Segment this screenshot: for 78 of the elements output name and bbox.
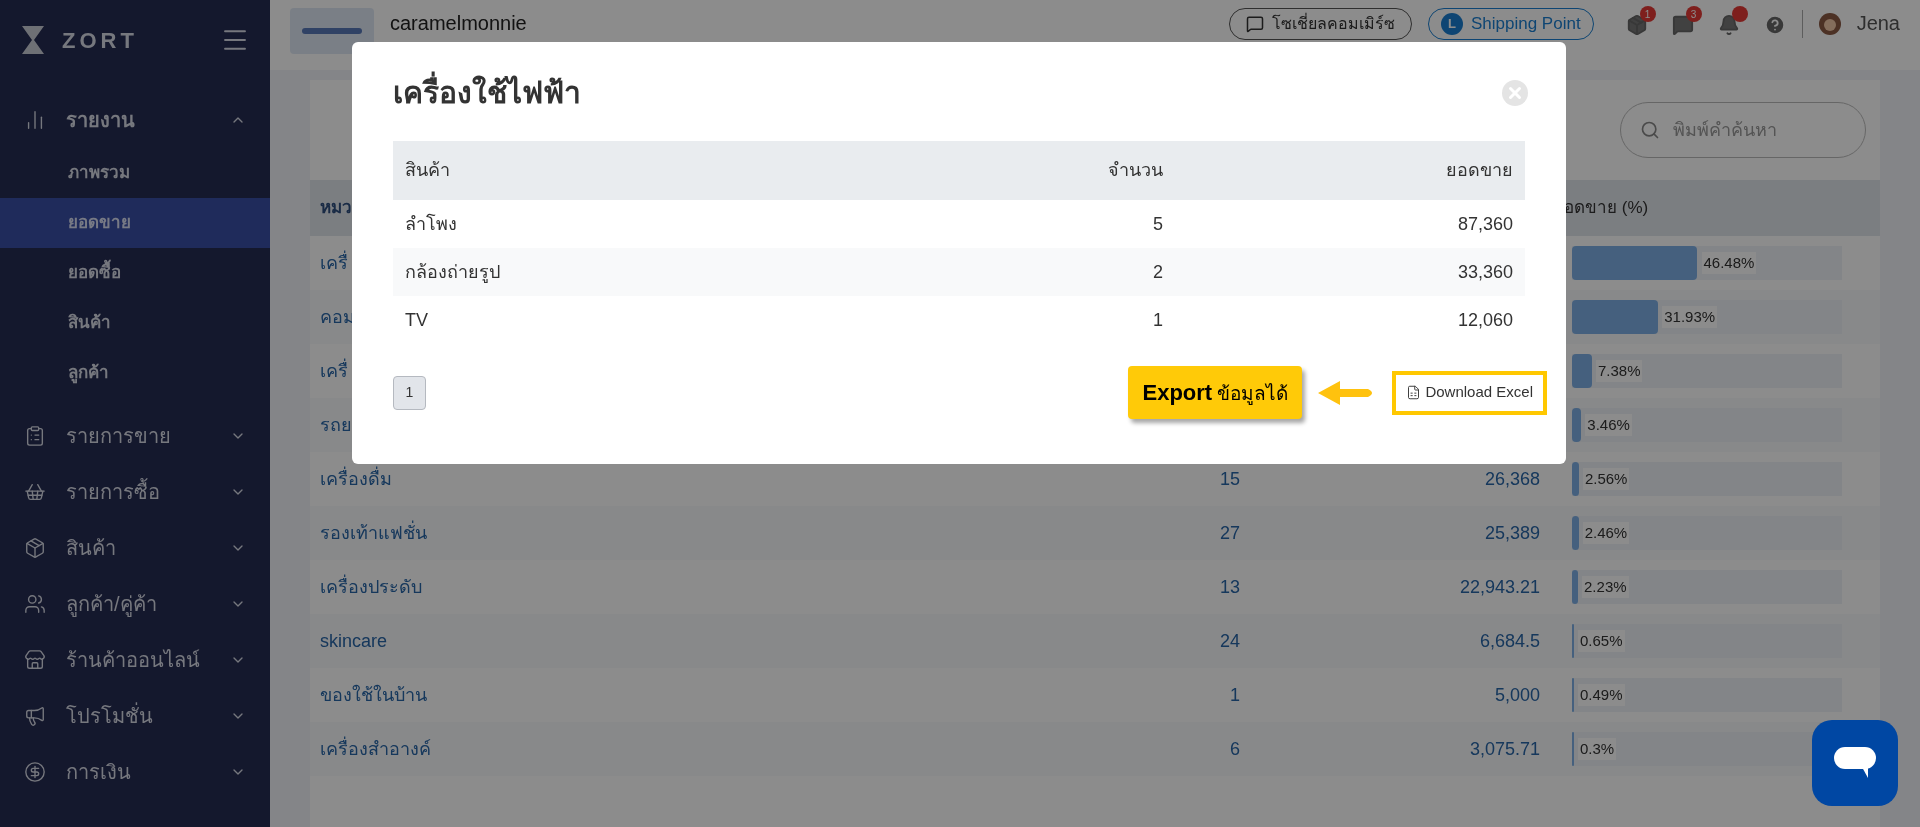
percent-text: 0.65% [1578,629,1625,653]
category-link[interactable]: รองเท้าแฟชั่น [310,519,1010,547]
logo-icon [20,24,46,56]
sidebar-icon [24,481,46,503]
page-button[interactable]: 1 [393,375,426,410]
percent-text: 0.49% [1578,683,1625,707]
sidebar-subitem[interactable]: ลูกค้า [0,348,270,398]
table-cell-text: 1 [1153,308,1163,332]
bell-icon[interactable] [1717,14,1740,36]
sidebar-subitem[interactable]: สินค้า [0,298,270,348]
column-header: สินค้า [405,159,451,182]
sidebar-item[interactable]: สินค้า [0,520,270,576]
table-cell-text: 5 [1153,212,1163,236]
chat-button[interactable] [1812,720,1898,806]
file-icon [1406,385,1422,400]
sidebar-item[interactable]: ร้านค้าออนไลน์ [0,632,270,688]
column-header: หมว [319,197,353,220]
table-cell: 24 [1219,630,1240,651]
category-link[interactable]: เครื่องสำอางค์ [310,735,1010,763]
table-cell: ลำโพง [405,213,457,234]
column-header: อดขาย (%) [1564,197,1649,220]
table-cell-text: 12,060 [1457,308,1513,332]
table-cell: 1 [1230,684,1240,705]
sidebar-subitem[interactable]: ยอดขาย [0,198,270,248]
download-excel-button[interactable]: Download Excel [1392,370,1547,415]
percent-text: 0.3% [1578,737,1617,761]
chat-bubble-icon [1834,747,1876,779]
sidebar-item[interactable]: รายการซื้อ [0,464,270,520]
shop-name: caramelmonnie [390,11,527,36]
user-name[interactable]: Jena [1856,8,1900,38]
table-cell: 13 [1219,576,1240,597]
sidebar-icon [24,649,46,671]
percent-text: 31.93% [1662,305,1718,329]
table-cell-text: 2 [1153,260,1163,284]
category-link[interactable]: เครื่องดื่ม [310,465,1010,493]
avatar-icon[interactable] [1818,13,1841,35]
chat-icon [1246,15,1264,33]
table-cell: 6,684.5 [1479,630,1540,651]
help-icon[interactable] [1763,14,1786,36]
search-field[interactable]: พิมพ์คำค้นหา [1620,102,1866,158]
table-cell: 5,000 [1494,684,1540,705]
letter-badge: L [1441,13,1463,35]
table-cell: กล้องถ่ายรูป [405,261,500,282]
column-header: ยอดขาย [1445,159,1513,182]
category-link[interactable]: เครื่องประดับ [310,573,1010,601]
category-link[interactable]: skincare [310,627,1010,655]
sidebar-subitem[interactable]: ภาพรวม [0,148,270,198]
sidebar-subitem[interactable]: ยอดซื้อ [0,248,270,298]
table-cell: TV [405,309,428,330]
sidebar-icon [24,705,46,727]
modal-title: เครื่องใช้ไฟฟ้า [393,70,581,115]
table-cell: 15 [1219,468,1240,489]
sidebar-icon [24,761,46,783]
table-cell: 6 [1230,738,1240,759]
sidebar-item[interactable]: โปรโมชั่น [0,688,270,744]
sidebar-item[interactable]: รายการขาย [0,408,270,464]
sidebar-item[interactable]: การเงิน [0,744,270,800]
notification-badge: 1 [1639,6,1656,22]
category-link[interactable]: ของใช้ในบ้าน [310,681,1010,709]
export-callout: Export ข้อมูลได้ [1128,366,1303,419]
sidebar-icon [24,425,46,447]
sidebar-icon [24,537,46,559]
table-cell-text: 87,360 [1457,212,1513,236]
sidebar-item[interactable]: ลูกค้า/คู่ค้า [0,576,270,632]
notification-badge: 3 [1685,6,1702,22]
percent-text: 2.23% [1582,575,1629,599]
search-icon [1640,120,1660,140]
sidebar-icon [24,593,46,615]
table-cell: 25,389 [1484,522,1540,543]
percent-text: 3.46% [1585,413,1632,437]
table-cell: 22,943.21 [1459,576,1540,597]
table-cell: 3,075.71 [1469,738,1540,759]
table-cell: 26,368 [1484,468,1540,489]
sidebar-item[interactable]: รายงาน [0,92,270,148]
logo-text: ZORT [62,26,138,55]
table-cell-text: 33,360 [1457,260,1513,284]
column-header: จำนวน [1107,159,1163,182]
table-cell: 27 [1219,522,1240,543]
